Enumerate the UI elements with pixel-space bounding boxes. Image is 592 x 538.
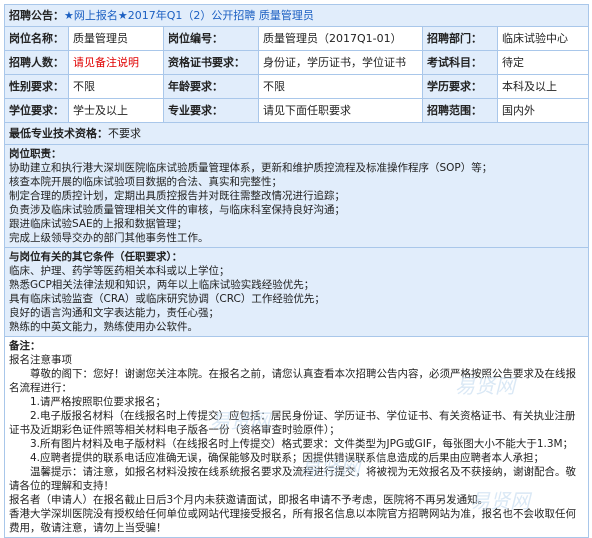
note-line: 报名注意事项 — [9, 354, 72, 366]
duties-title: 岗位职责： — [9, 148, 62, 160]
duty-line: 制定合理的质控计划，定期出具质控报告并对既往需整改情况进行追踪； — [9, 190, 345, 202]
degree-value: 学士及以上 — [68, 98, 164, 123]
condition-line: 熟练的中英文能力，熟练使用办公软件。 — [9, 321, 198, 333]
duty-line: 负责涉及临床试验质量管理相关文件的审核，与临床科室保持良好沟通； — [9, 204, 345, 216]
note-line: 报名者（申请人）在报名截止日后3个月内未获邀请面试，即报名申请不予考虑，医院将不… — [9, 494, 489, 506]
tech-value: 不要求 — [108, 127, 141, 140]
condition-line: 熟悉GCP相关法律法规和知识，两年以上临床试验实践经验优先； — [9, 279, 315, 291]
headcount-label: 招聘人数： — [4, 50, 69, 75]
duties-row: 岗位职责： 协助建立和执行港大深圳医院临床试验质量管理体系，更新和维护质控流程及… — [4, 144, 589, 248]
info-row-4: 学位要求： 学士及以上 专业要求： 请见下面任职要求 招聘范围： 国内外 — [4, 98, 589, 123]
note-line: 3.所有图片材料及电子版材料（在线报名时上传提交）格式要求：文件类型为JPG或G… — [9, 438, 574, 450]
announcement-header: 招聘公告：★网上报名★2017年Q1（2）公开招聘 质量管理员 — [4, 4, 589, 27]
gender-label: 性别要求： — [4, 74, 69, 99]
scope-label: 招聘范围： — [422, 98, 498, 123]
announcement-row: 招聘公告：★网上报名★2017年Q1（2）公开招聘 质量管理员 — [4, 4, 589, 27]
certificate-label: 资格证书要求： — [163, 50, 259, 75]
duty-line: 核查本院开展的临床试验项目数据的合法、真实和完整性； — [9, 176, 282, 188]
department-label: 招聘部门： — [422, 26, 498, 51]
position-code-value: 质量管理员（2017Q1-01） — [258, 26, 423, 51]
education-label: 学历要求： — [422, 74, 498, 99]
notes-cell: 备注： 报名注意事项 尊敬的阁下：您好！谢谢您关注本院。在报名之前，请您认真查看… — [4, 336, 589, 538]
certificate-value: 身份证，学历证书，学位证书 — [258, 50, 423, 75]
major-value: 请见下面任职要求 — [258, 98, 423, 123]
info-row-2: 招聘人数： 请见备注说明 资格证书要求： 身份证，学历证书，学位证书 考试科目：… — [4, 50, 589, 75]
position-name-value: 质量管理员 — [68, 26, 164, 51]
position-code-label: 岗位编号： — [163, 26, 259, 51]
scope-value: 国内外 — [497, 98, 589, 123]
duty-line: 协助建立和执行港大深圳医院临床试验质量管理体系，更新和维护质控流程及标准操作程序… — [9, 162, 493, 174]
notes-title: 备注： — [9, 340, 41, 352]
duty-line: 跟进临床试验SAE的上报和数据管理； — [9, 218, 188, 230]
condition-line: 具有临床试验监查（CRA）或临床研究协调（CRC）工作经验优先； — [9, 293, 325, 305]
education-value: 本科及以上 — [497, 74, 589, 99]
position-name-label: 岗位名称： — [4, 26, 69, 51]
tech-label: 最低专业技术资格： — [9, 127, 108, 140]
age-value: 不限 — [258, 74, 423, 99]
job-posting-table: 招聘公告：★网上报名★2017年Q1（2）公开招聘 质量管理员 岗位名称： 质量… — [4, 4, 589, 538]
department-value: 临床试验中心 — [497, 26, 589, 51]
note-line: 尊敬的阁下：您好！谢谢您关注本院。在报名之前，请您认真查看本次招聘公告内容，必须… — [9, 368, 576, 394]
age-label: 年龄要求： — [163, 74, 259, 99]
conditions-cell: 与岗位有关的其它条件（任职要求）： 临床、护理、药学等医药相关本科或以上学位； … — [4, 247, 589, 337]
info-row-3: 性别要求： 不限 年龄要求： 不限 学历要求： 本科及以上 — [4, 74, 589, 99]
notes-row: 备注： 报名注意事项 尊敬的阁下：您好！谢谢您关注本院。在报名之前，请您认真查看… — [4, 336, 589, 538]
info-row-1: 岗位名称： 质量管理员 岗位编号： 质量管理员（2017Q1-01） 招聘部门：… — [4, 26, 589, 51]
announcement-title[interactable]: ★网上报名★2017年Q1（2）公开招聘 质量管理员 — [64, 9, 314, 22]
conditions-title: 与岗位有关的其它条件（任职要求）： — [9, 251, 183, 263]
note-line: 温馨提示：请注意，如报名材料没按在线系统报名要求及流程进行提交，将被视为无效报名… — [9, 466, 576, 492]
exam-label: 考试科目： — [422, 50, 498, 75]
conditions-row: 与岗位有关的其它条件（任职要求）： 临床、护理、药学等医药相关本科或以上学位； … — [4, 247, 589, 337]
exam-value: 待定 — [497, 50, 589, 75]
note-line: 4.应聘者提供的联系电话应准确无误，确保能够及时联系；因提供错误联系信息造成的后… — [9, 452, 545, 464]
condition-line: 良好的语言沟通和文字表达能力，责任心强； — [9, 307, 219, 319]
note-line: 香港大学深圳医院没有授权给任何单位或网站代理接受报名，所有报名信息以本院官方招聘… — [9, 508, 576, 534]
headcount-value: 请见备注说明 — [68, 50, 164, 75]
duty-line: 完成上级领导交办的部门其他事务性工作。 — [9, 232, 209, 244]
note-line: 2.电子版报名材料（在线报名时上传提交）应包括：居民身份证、学历证书、学位证书、… — [9, 410, 576, 436]
major-label: 专业要求： — [163, 98, 259, 123]
condition-line: 临床、护理、药学等医药相关本科或以上学位； — [9, 265, 230, 277]
gender-value: 不限 — [68, 74, 164, 99]
degree-label: 学位要求： — [4, 98, 69, 123]
job-posting-page: 招聘公告：★网上报名★2017年Q1（2）公开招聘 质量管理员 岗位名称： 质量… — [0, 0, 592, 538]
tech-row: 最低专业技术资格：不要求 — [4, 122, 589, 145]
announcement-label: 招聘公告： — [9, 9, 64, 22]
duties-cell: 岗位职责： 协助建立和执行港大深圳医院临床试验质量管理体系，更新和维护质控流程及… — [4, 144, 589, 248]
note-line: 1.请严格按照职位要求报名； — [9, 396, 167, 408]
tech-cell: 最低专业技术资格：不要求 — [4, 122, 589, 145]
